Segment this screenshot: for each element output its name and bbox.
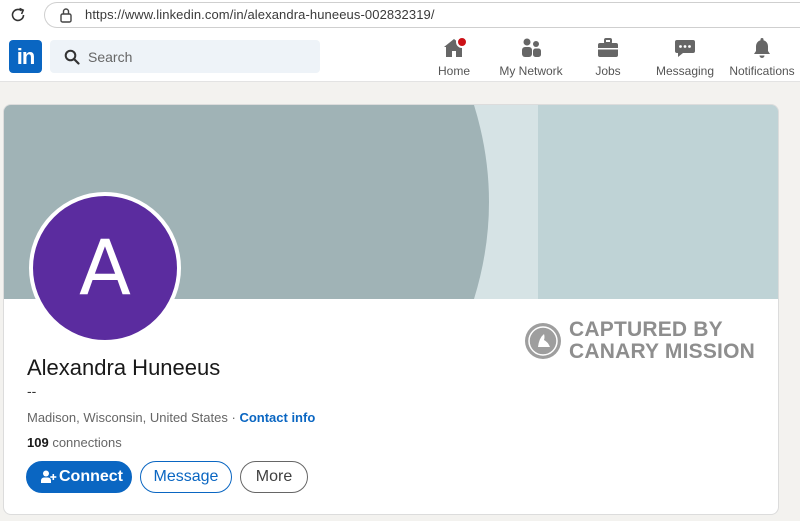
location-separator: · — [227, 410, 240, 425]
contact-info-link[interactable]: Contact info — [239, 410, 315, 425]
profile-location: Madison, Wisconsin, United States — [27, 410, 228, 425]
more-button[interactable]: More — [240, 461, 308, 493]
nav-notifications-label: Notifications — [729, 64, 795, 78]
connect-label: Connect — [59, 468, 123, 485]
connections-count[interactable]: 109 connections — [27, 435, 122, 450]
messaging-icon — [675, 40, 695, 57]
lock-icon[interactable] — [59, 7, 73, 23]
nav-notifications[interactable]: Notifications — [728, 36, 796, 80]
reload-icon[interactable] — [9, 6, 27, 24]
nav-my-network-label: My Network — [499, 64, 563, 78]
add-person-icon — [41, 470, 57, 483]
profile-card: A CAPTURED BY CANARY MISSION Alexandra H… — [3, 104, 779, 515]
search-box[interactable] — [50, 40, 320, 73]
profile-name: Alexandra Huneeus — [27, 355, 221, 380]
message-button[interactable]: Message — [140, 461, 232, 493]
browser-bar: https://www.linkedin.com/in/alexandra-hu… — [0, 0, 800, 30]
avatar[interactable]: A — [29, 192, 181, 344]
nav-messaging[interactable]: Messaging — [654, 36, 716, 80]
connections-label: connections — [48, 435, 122, 450]
watermark-text: CAPTURED BY CANARY MISSION — [569, 319, 755, 363]
search-icon — [64, 49, 80, 65]
network-icon — [522, 38, 541, 57]
nav-my-network[interactable]: My Network — [498, 36, 564, 80]
address-bar[interactable]: https://www.linkedin.com/in/alexandra-hu… — [44, 2, 800, 28]
connections-number: 109 — [27, 435, 49, 450]
connect-button[interactable]: Connect — [26, 461, 132, 493]
profile-headline: -- — [27, 383, 37, 399]
profile-location-line: Madison, Wisconsin, United States · Cont… — [27, 410, 315, 425]
bell-icon — [754, 38, 770, 58]
watermark: CAPTURED BY CANARY MISSION — [525, 319, 765, 365]
search-input[interactable] — [88, 40, 308, 73]
canary-logo-icon — [525, 323, 561, 359]
url-text[interactable]: https://www.linkedin.com/in/alexandra-hu… — [85, 7, 435, 22]
nav-home[interactable]: Home — [434, 36, 474, 80]
linkedin-logo[interactable]: in — [9, 40, 42, 73]
nav-jobs-label: Jobs — [595, 64, 621, 78]
watermark-line1: CAPTURED BY — [569, 318, 723, 341]
nav-home-label: Home — [437, 64, 470, 78]
watermark-line2: CANARY MISSION — [569, 340, 755, 363]
nav-jobs[interactable]: Jobs — [592, 36, 624, 80]
notification-badge — [456, 36, 468, 48]
briefcase-icon — [598, 38, 618, 57]
nav-messaging-label: Messaging — [655, 64, 715, 78]
top-navigation: in Home My Network Jobs — [0, 30, 800, 82]
